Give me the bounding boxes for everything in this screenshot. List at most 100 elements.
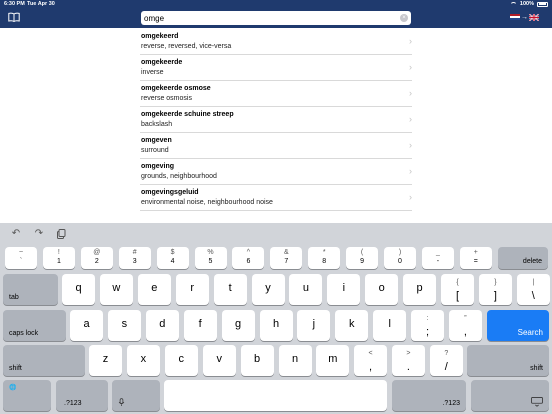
key-secondary-label: _ bbox=[435, 249, 440, 256]
key-label: j bbox=[312, 318, 316, 330]
key-1[interactable]: ! 1 bbox=[42, 247, 75, 269]
list-item[interactable]: omgekeerde inverse › bbox=[140, 55, 412, 81]
key-symbol-1[interactable]: >. bbox=[391, 345, 425, 376]
tab-key[interactable]: tab bbox=[3, 274, 58, 305]
undo-icon[interactable]: ↶ bbox=[10, 228, 22, 240]
key-m[interactable]: m bbox=[316, 345, 350, 376]
list-item[interactable]: omgekeerde schuine streep backslash › bbox=[140, 107, 412, 133]
dutch-flag-icon bbox=[510, 13, 520, 21]
key-7[interactable]: & 7 bbox=[270, 247, 303, 269]
number-mode-key-right[interactable]: .?123 bbox=[392, 380, 466, 411]
key-c[interactable]: c bbox=[164, 345, 198, 376]
key-symbol-2[interactable]: ? / bbox=[429, 345, 463, 376]
key-8[interactable]: * 8 bbox=[308, 247, 341, 269]
key-w[interactable]: w bbox=[99, 274, 133, 305]
language-toggle-icon[interactable]: → bbox=[510, 12, 544, 22]
keyboard-dismiss-key[interactable] bbox=[471, 380, 549, 411]
key-0[interactable]: ~ ` bbox=[5, 247, 37, 269]
key-symbol-0[interactable]: <, bbox=[354, 345, 387, 376]
key-l[interactable]: l bbox=[373, 310, 407, 341]
list-item[interactable]: omgekeerd reverse, reversed, vice-versa … bbox=[140, 29, 412, 55]
key-5[interactable]: % 5 bbox=[194, 247, 227, 269]
shift-key-right[interactable]: shift bbox=[467, 345, 549, 376]
key-r[interactable]: r bbox=[175, 274, 209, 305]
key-9[interactable]: (9 bbox=[346, 247, 379, 269]
key-punct-1[interactable]: ”, bbox=[448, 310, 482, 341]
key-f[interactable]: f bbox=[183, 310, 217, 341]
key-secondary-label: ” bbox=[464, 315, 467, 322]
keyboard-dismiss-icon bbox=[531, 397, 543, 407]
key-bracket-1[interactable]: }] bbox=[478, 274, 512, 305]
key-3[interactable]: #3 bbox=[118, 247, 151, 269]
key-label: n bbox=[291, 353, 299, 365]
key-primary-label: 4 bbox=[170, 258, 175, 265]
key-11[interactable]: _ - bbox=[421, 247, 454, 269]
microphone-key[interactable] bbox=[112, 380, 160, 411]
key-label: k bbox=[349, 318, 355, 330]
entry-translation: surround bbox=[141, 146, 169, 154]
delete-key[interactable]: delete bbox=[498, 247, 548, 269]
key-k[interactable]: k bbox=[335, 310, 369, 341]
shift-key-left[interactable]: shift bbox=[3, 345, 85, 376]
key-primary-label: \ bbox=[531, 290, 535, 302]
key-secondary-label: # bbox=[132, 249, 137, 256]
uk-flag-icon bbox=[529, 13, 539, 21]
number-mode-key[interactable]: .?123 bbox=[56, 380, 108, 411]
clear-icon[interactable]: × bbox=[400, 14, 408, 22]
search-key[interactable]: Search bbox=[487, 310, 549, 341]
key-bracket-0[interactable]: {[ bbox=[441, 274, 474, 305]
key-y[interactable]: y bbox=[251, 274, 285, 305]
list-item[interactable]: omgeven surround › bbox=[140, 133, 412, 159]
key-t[interactable]: t bbox=[213, 274, 247, 305]
list-item[interactable]: omgevingsgeluid environmental noise, nei… bbox=[140, 185, 412, 211]
redo-icon[interactable]: ↷ bbox=[33, 228, 45, 240]
key-v[interactable]: v bbox=[202, 345, 236, 376]
list-item[interactable]: omgekeerde osmose reverse osmosis › bbox=[140, 81, 412, 107]
key-6[interactable]: ^ 6 bbox=[232, 247, 265, 269]
key-label: i bbox=[342, 282, 346, 294]
key-x[interactable]: x bbox=[126, 345, 160, 376]
list-item[interactable]: omgeving grounds, neighbourhood › bbox=[140, 159, 412, 185]
caps-lock-key[interactable]: caps lock bbox=[3, 310, 66, 341]
key-primary-label: ; bbox=[425, 326, 430, 338]
key-b[interactable]: b bbox=[240, 345, 274, 376]
key-2[interactable]: @2 bbox=[80, 247, 113, 269]
key-secondary-label: < bbox=[368, 350, 373, 357]
key-n[interactable]: n bbox=[278, 345, 312, 376]
key-u[interactable]: u bbox=[289, 274, 323, 305]
key-g[interactable]: g bbox=[221, 310, 255, 341]
key-s[interactable]: s bbox=[107, 310, 141, 341]
paste-icon[interactable] bbox=[55, 228, 67, 240]
battery-percent: 100% bbox=[519, 1, 534, 7]
key-primary-label: , bbox=[463, 326, 467, 338]
key-label: e bbox=[151, 282, 158, 294]
entry-translation: environmental noise, neighbourhood noise bbox=[141, 198, 273, 206]
number-mode-key-left[interactable]: 🌐 bbox=[3, 380, 51, 411]
key-p[interactable]: p bbox=[403, 274, 437, 305]
key-4[interactable]: $4 bbox=[156, 247, 189, 269]
key-12[interactable]: + = bbox=[459, 247, 492, 269]
key-i[interactable]: i bbox=[327, 274, 361, 305]
key-q[interactable]: q bbox=[62, 274, 95, 305]
search-field[interactable]: × bbox=[141, 11, 411, 25]
key-punct-0[interactable]: :; bbox=[411, 310, 444, 341]
key-label: c bbox=[178, 353, 185, 365]
key-j[interactable]: j bbox=[297, 310, 331, 341]
key-h[interactable]: h bbox=[259, 310, 293, 341]
key-primary-label: 6 bbox=[246, 258, 251, 265]
key-bracket-2[interactable]: | \ bbox=[516, 274, 550, 305]
key-e[interactable]: e bbox=[137, 274, 171, 305]
key-label: p bbox=[416, 282, 423, 294]
key-label: caps lock bbox=[9, 330, 39, 337]
entry-word: omgekeerd bbox=[141, 33, 179, 40]
space-bar[interactable] bbox=[164, 380, 387, 411]
search-input[interactable] bbox=[144, 12, 399, 24]
key-a[interactable]: a bbox=[70, 310, 103, 341]
key-10[interactable]: ) 0 bbox=[384, 247, 416, 269]
microphone-icon bbox=[118, 398, 125, 406]
key-secondary-label: & bbox=[283, 249, 289, 256]
key-d[interactable]: d bbox=[145, 310, 179, 341]
key-o[interactable]: o bbox=[365, 274, 399, 305]
book-icon[interactable] bbox=[8, 12, 20, 22]
key-z[interactable]: z bbox=[89, 345, 122, 376]
